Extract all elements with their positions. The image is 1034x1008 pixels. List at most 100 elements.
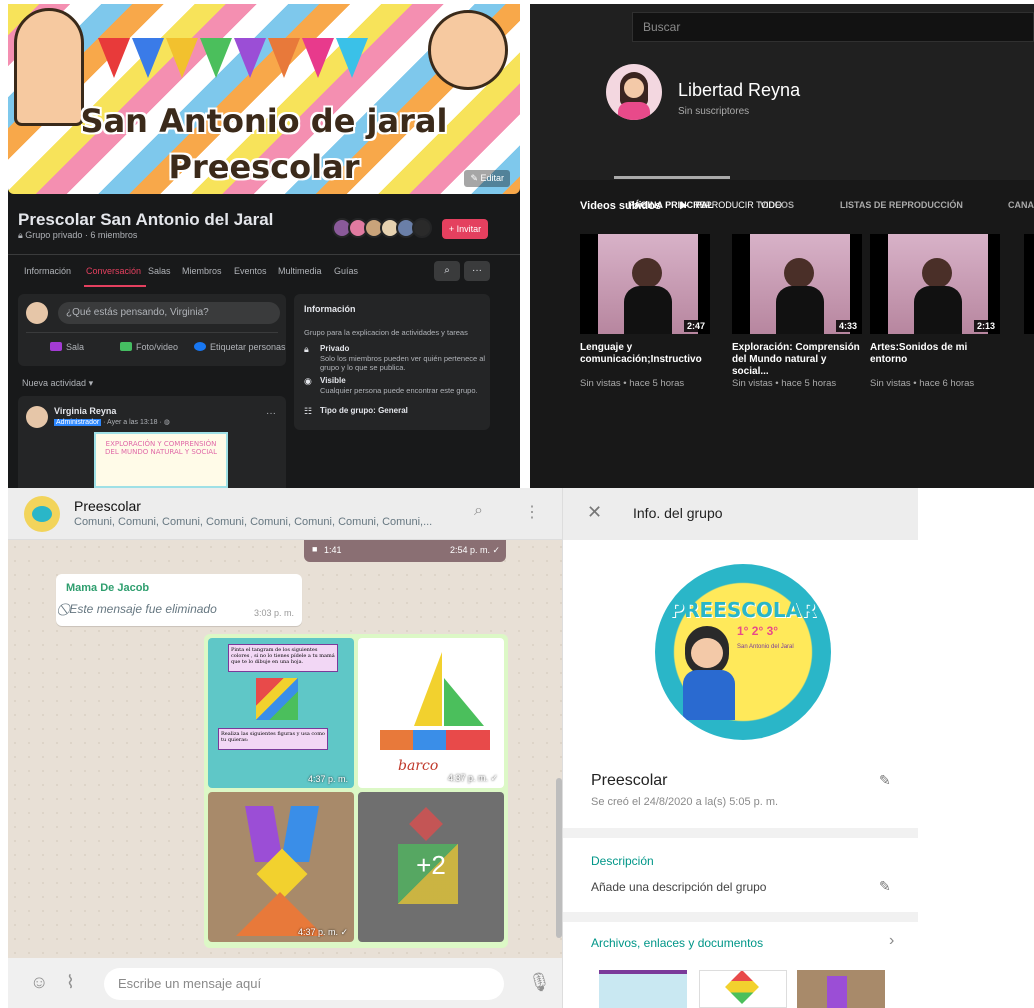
photo-grades: 1° 2° 3° — [737, 624, 779, 638]
child-illustration — [428, 10, 508, 90]
channel-header: PÁGINA PRINCIPAL VIDEOS LISTAS DE REPROD… — [530, 50, 1034, 210]
album-image[interactable]: +2 — [358, 792, 504, 942]
edit-cover-button[interactable]: ✎ Editar — [464, 170, 510, 187]
post-meta: Administrador · Ayer a las 13:18 · ◍ — [54, 419, 170, 426]
message-composer: ☺ ⌇ Escribe un mensaje aquí 🎙︎ — [8, 958, 562, 1008]
post-input[interactable]: ¿Qué estás pensando, Virginia? — [58, 302, 280, 324]
whatsapp-chat-panel: Preescolar Comuni, Comuni, Comuni, Comun… — [8, 488, 562, 1008]
files-header[interactable]: Archivos, enlaces y documentos — [591, 936, 763, 950]
instruction-text: Pinta el tangram de los siguientes color… — [228, 644, 338, 672]
teacher-figure — [914, 286, 962, 334]
classroom-scene — [750, 234, 850, 334]
chat-name: Preescolar — [74, 498, 141, 514]
youtube-channel-panel: Buscar PÁGINA PRINCIPAL VIDEOS LISTAS DE… — [530, 4, 1034, 488]
group-cover-image: San Antonio de jaral Preescolar ✎ Editar — [8, 4, 520, 194]
avatar — [26, 302, 48, 324]
child-illustration — [683, 670, 735, 720]
avatar[interactable] — [26, 406, 48, 428]
microphone-icon[interactable]: 🎙︎ — [528, 972, 551, 993]
message-time: 4:37 p. m. ✓ — [447, 773, 498, 783]
tab-multimedia[interactable]: Multimedia — [278, 266, 322, 276]
bunting-flag — [268, 38, 300, 78]
description-input[interactable]: Añade una descripción del grupo — [591, 880, 766, 894]
tab-informacion[interactable]: Información — [24, 266, 71, 276]
file-thumbnail[interactable] — [797, 970, 885, 1008]
group-info-header: ✕ Info. del grupo — [563, 488, 918, 540]
search-input[interactable]: Buscar — [632, 12, 1034, 42]
tab-canales[interactable]: CANA — [1008, 200, 1034, 210]
close-icon[interactable]: ✕ — [587, 502, 602, 523]
search-icon[interactable]: ⌕ — [434, 261, 460, 281]
group-info-panel: ✕ Info. del grupo PREESCOLAR 1° 2° 3° Sa… — [562, 488, 918, 1008]
video-thumbnail[interactable] — [1024, 234, 1034, 334]
tab-listas[interactable]: LISTAS DE REPRODUCCIÓN — [840, 200, 963, 210]
message-input[interactable]: Escribe un mensaje aquí — [104, 968, 504, 1000]
video-duration: 1:41 — [324, 545, 342, 555]
private-text: Solo los miembros pueden ver quién perte… — [320, 354, 486, 372]
created-date: Se creó el 24/8/2020 a la(s) 5:05 p. m. — [591, 796, 779, 808]
file-thumbnail[interactable] — [599, 970, 687, 1008]
chat-header[interactable]: Preescolar Comuni, Comuni, Comuni, Comun… — [8, 488, 562, 540]
tab-conversacion[interactable]: Conversación — [86, 266, 141, 276]
video-thumbnail[interactable]: 4:33 — [732, 234, 862, 334]
pencil-icon[interactable]: ✎ — [879, 878, 891, 895]
invite-button[interactable]: + Invitar — [442, 219, 488, 239]
sort-activity-dropdown[interactable]: Nueva actividad ▾ — [22, 378, 93, 389]
post-options-icon[interactable]: ··· — [266, 408, 276, 419]
video-message[interactable]: ■ 1:41 2:54 p. m. ✓ — [304, 540, 506, 562]
album-image[interactable]: barco 4:37 p. m. ✓ — [358, 638, 504, 788]
video-meta: Sin vistas • hace 5 horas — [580, 378, 685, 389]
video-title[interactable]: Artes:Sonidos de mi entorno — [870, 342, 1000, 366]
message-time: 4:37 p. m. ✓ — [297, 927, 348, 937]
emoji-icon[interactable]: ☺ — [30, 972, 48, 993]
album-image[interactable]: 4:37 p. m. ✓ — [208, 792, 354, 942]
tangram-square — [256, 678, 298, 720]
tab-eventos[interactable]: Eventos — [234, 266, 267, 276]
video-title[interactable]: Lenguaje y comunicación;Instructivo — [580, 342, 710, 366]
attach-icon[interactable]: ⌇ — [66, 972, 75, 993]
post-author[interactable]: Virginia Reyna — [54, 406, 116, 416]
chevron-right-icon[interactable]: › — [889, 932, 894, 950]
tangram-piece — [409, 807, 443, 841]
video-thumbnail[interactable]: 2:47 — [580, 234, 710, 334]
channel-name: Libertad Reyna — [678, 80, 801, 100]
teacher-figure — [784, 258, 814, 288]
pencil-icon[interactable]: ✎ — [879, 772, 891, 789]
teacher-figure — [632, 258, 662, 288]
tab-miembros[interactable]: Miembros — [182, 266, 222, 276]
facebook-group-panel: San Antonio de jaral Preescolar ✎ Editar… — [8, 4, 520, 488]
message-time: 3:03 p. m. — [253, 608, 294, 618]
group-avatar[interactable] — [24, 496, 60, 532]
tab-salas[interactable]: Salas — [148, 266, 171, 276]
play-icon: ▶ — [680, 200, 694, 211]
tab-guias[interactable]: Guías — [334, 266, 358, 276]
tag-people-button[interactable]: Etiquetar personas — [194, 342, 286, 352]
deleted-message[interactable]: Mama De Jacob ⃠ Este mensaje fue elimina… — [56, 574, 302, 626]
description-header: Descripción — [591, 854, 654, 868]
group-photo[interactable]: PREESCOLAR 1° 2° 3° San Antonio del Jara… — [655, 564, 831, 740]
bunting-flag — [132, 38, 164, 78]
album-image[interactable]: Pinta el tangram de los siguientes color… — [208, 638, 354, 788]
more-options-icon[interactable]: ··· — [464, 261, 490, 281]
file-thumbnail[interactable] — [699, 970, 787, 1008]
room-button[interactable]: Sala — [50, 342, 84, 352]
bunting-flag — [234, 38, 266, 78]
video-thumbnail[interactable]: 2:13 — [870, 234, 1000, 334]
group-name: Preescolar — [591, 772, 668, 789]
channel-avatar[interactable] — [606, 64, 662, 120]
photo-video-button[interactable]: Foto/video — [120, 342, 178, 352]
cover-title-line2: Preescolar — [168, 148, 360, 186]
boat-hull — [380, 730, 490, 750]
post-image[interactable]: EXPLORACIÓN Y COMPRENSIÓN DEL MUNDO NATU… — [94, 432, 228, 488]
menu-icon[interactable]: ⋮ — [524, 502, 540, 522]
message-sender[interactable]: Mama De Jacob — [66, 582, 149, 594]
active-tab-indicator — [84, 285, 146, 287]
play-all-button[interactable]: ▶ REPRODUCIR TODO — [680, 200, 782, 211]
search-icon[interactable]: ⌕ — [474, 502, 483, 520]
group-type-icon: ☷ — [304, 406, 313, 416]
photo-school: San Antonio del Jaral — [737, 644, 794, 650]
divider — [26, 332, 278, 333]
video-title[interactable]: Exploración: Comprensión del Mundo natur… — [732, 342, 862, 378]
tangram-piece — [827, 976, 847, 1008]
member-avatar[interactable] — [412, 218, 432, 238]
